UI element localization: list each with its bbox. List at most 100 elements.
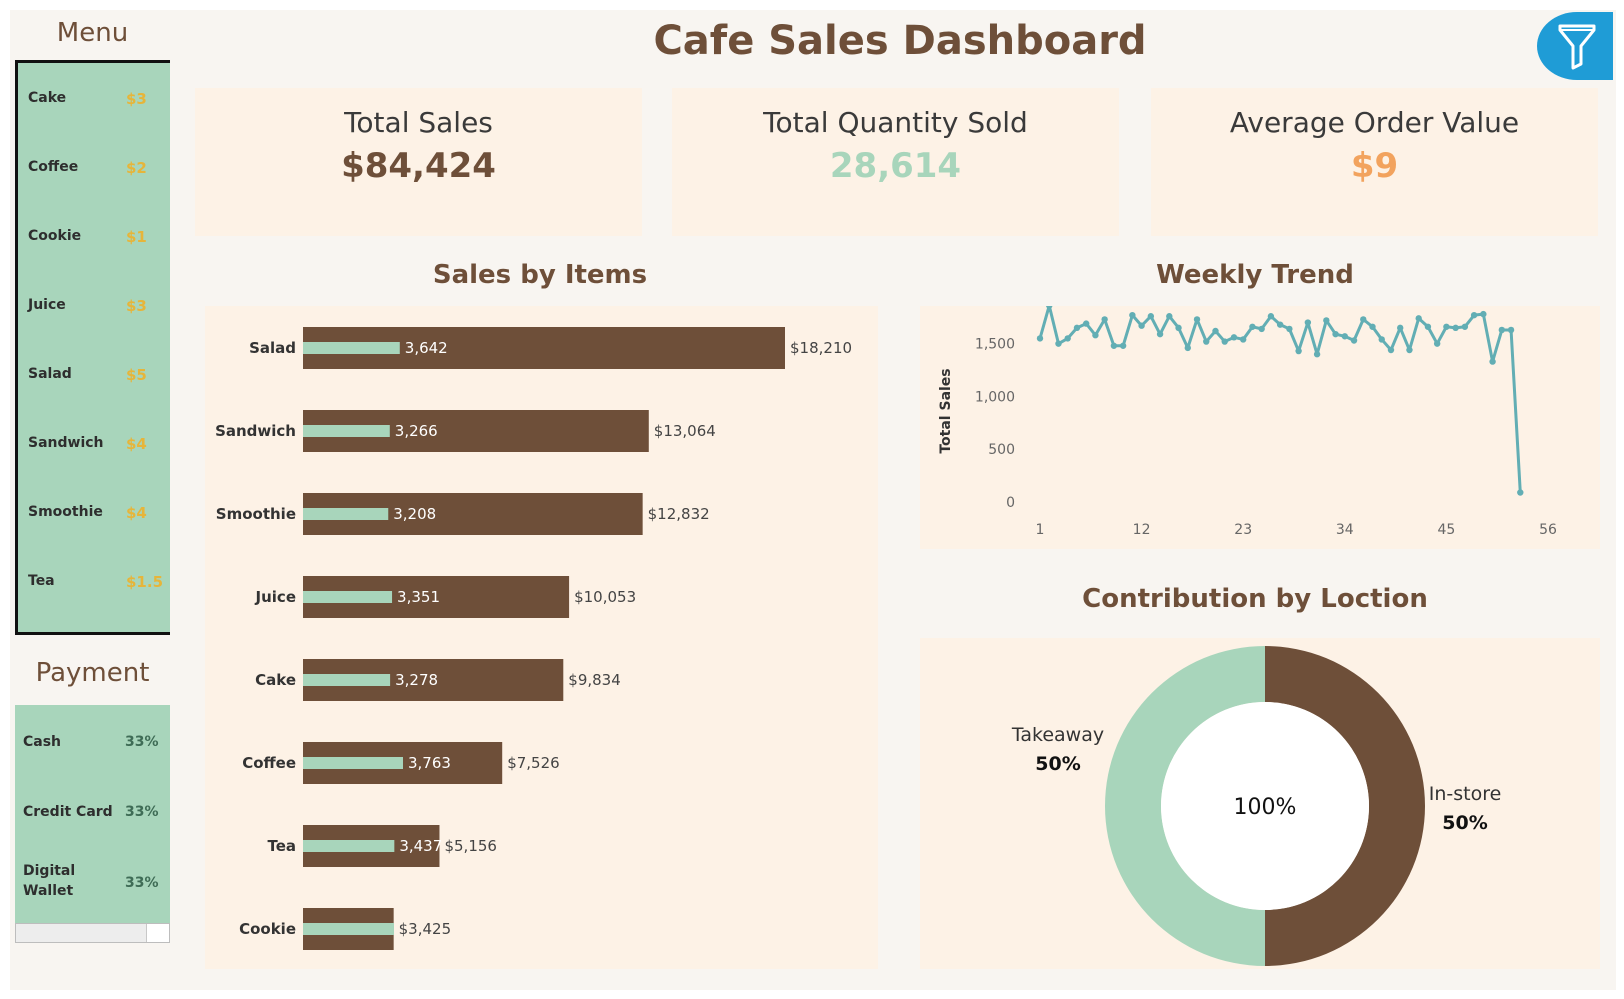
trend-point [1489, 358, 1496, 365]
x-tick-label: 45 [1437, 522, 1455, 538]
trend-point [1175, 324, 1182, 332]
donut-center-label: 100% [1234, 795, 1297, 820]
payment-item-pct: 33% [125, 804, 159, 820]
y-tick-label: 1,500 [975, 337, 1015, 353]
trend-point [1221, 338, 1228, 345]
trend-point [1258, 325, 1265, 333]
sales-data-label: $18,210 [790, 339, 852, 357]
payment-item[interactable]: Credit Card 33% [23, 804, 168, 820]
payment-item[interactable]: Digital Wallet 33% [23, 863, 168, 899]
menu-item-price: $5 [126, 366, 147, 384]
trend-point [1055, 340, 1062, 347]
menu-item[interactable]: Cookie $1 [28, 228, 168, 248]
sales-data-label: $7,526 [507, 754, 560, 772]
sales-data-label: $13,064 [654, 422, 716, 440]
trend-line [1038, 304, 1522, 493]
trend-point [1212, 327, 1219, 335]
bar-category-label: Cookie [239, 920, 296, 938]
kpi-label: Total Sales [344, 106, 493, 139]
trend-point [1147, 313, 1155, 320]
x-tick-label: 12 [1133, 522, 1151, 538]
quantity-bar [303, 591, 393, 603]
trend-point [1313, 351, 1321, 358]
trend-point [1304, 319, 1312, 326]
menu-item-name: Tea [28, 573, 55, 589]
trend-point [1073, 324, 1081, 332]
kpi-label: Total Quantity Sold [763, 106, 1028, 139]
sales-data-label: $12,832 [648, 505, 710, 523]
bar-chart-title: Sales by Items [432, 260, 648, 290]
trend-point [1350, 337, 1358, 344]
payment-list: Cash 33% Credit Card 33% Digital Wallet 33… [15, 705, 170, 923]
bar-category-label: Juice [255, 588, 296, 606]
trend-point [1276, 321, 1284, 328]
bar-category-label: Cake [255, 671, 296, 689]
bar-category-label: Coffee [242, 754, 296, 772]
quantity-bar [303, 757, 403, 769]
menu-item-name: Cake [28, 90, 67, 106]
slice-label-takeaway: Takeaway [1011, 724, 1104, 746]
menu-item[interactable]: Cake $3 [28, 90, 168, 110]
menu-item-price: $3 [126, 90, 147, 108]
kpi-average-order: Average Order Value $9 [1151, 88, 1598, 236]
menu-item[interactable]: Tea $1.5 [28, 573, 168, 593]
menu-item-name: Smoothie [28, 504, 103, 520]
trend-point [1360, 316, 1367, 323]
scrollbar-thumb[interactable] [16, 924, 147, 942]
trend-point [1230, 334, 1238, 341]
trend-point [1267, 313, 1275, 320]
menu-item-name: Salad [28, 366, 72, 382]
bar-category-label: Salad [249, 339, 296, 357]
menu-item[interactable]: Sandwich $4 [28, 435, 168, 455]
trend-point [1184, 344, 1191, 352]
menu-list: Cake $3 Coffee $2 Cookie $1 Juice $3 Salad $5… [15, 60, 170, 635]
trend-point [1138, 322, 1145, 329]
slice-pct-takeaway: 50% [1035, 753, 1080, 775]
line-chart: 0 500 1,000 1,500 1 12 23 34 45 56 Total Sales [938, 302, 1557, 538]
menu-item[interactable]: Coffee $2 [28, 159, 168, 179]
menu-item-price: $1.5 [126, 573, 164, 591]
trend-point [1470, 311, 1478, 319]
trend-point [1193, 316, 1201, 323]
trend-point [1129, 311, 1136, 319]
menu-item[interactable]: Salad $5 [28, 366, 168, 386]
quantity-bar [303, 425, 390, 437]
menu-item[interactable]: Smoothie $4 [28, 504, 168, 524]
trend-point [1443, 323, 1450, 330]
bar-category-label: Sandwich [215, 422, 296, 440]
trend-point [1323, 317, 1330, 324]
trend-point [1480, 310, 1487, 318]
trend-point [1119, 342, 1127, 349]
payment-item[interactable]: Cash 33% [23, 734, 168, 750]
menu-item-name: Coffee [28, 159, 79, 175]
payment-scrollbar[interactable] [15, 923, 170, 943]
menu-item[interactable]: Juice $3 [28, 297, 168, 317]
trend-point [1295, 347, 1302, 355]
trend-point [1110, 342, 1118, 349]
trend-point [1240, 336, 1247, 343]
trend-point [1064, 335, 1071, 342]
quantity-data-label: 3,266 [395, 422, 438, 440]
trend-point [1332, 330, 1339, 338]
sales-data-label: $5,156 [444, 837, 497, 855]
donut-chart: 100% In-store 50% Takeaway 50% [1011, 646, 1501, 966]
trend-point [1498, 326, 1506, 334]
menu-item-price: $1 [126, 228, 147, 246]
kpi-total-quantity: Total Quantity Sold 28,614 [672, 88, 1119, 236]
payment-item-pct: 33% [125, 734, 159, 750]
filter-button[interactable] [1537, 12, 1613, 80]
menu-item-price: $4 [126, 504, 147, 522]
quantity-data-label: 3,208 [393, 505, 436, 523]
x-tick-label: 56 [1539, 522, 1557, 538]
trend-point [1415, 315, 1422, 322]
menu-item-name: Juice [28, 297, 66, 313]
y-tick-label: 500 [988, 442, 1015, 458]
trend-point [1092, 332, 1099, 339]
donut-chart-panel: 100% In-store 50% Takeaway 50% [920, 638, 1600, 969]
trend-point [1082, 320, 1090, 327]
payment-item-name: Credit Card [23, 804, 113, 820]
sales-data-label: $10,053 [574, 588, 636, 606]
quantity-bar [303, 674, 391, 686]
menu-item-name: Cookie [28, 228, 82, 244]
y-axis-label: Total Sales [938, 368, 954, 453]
